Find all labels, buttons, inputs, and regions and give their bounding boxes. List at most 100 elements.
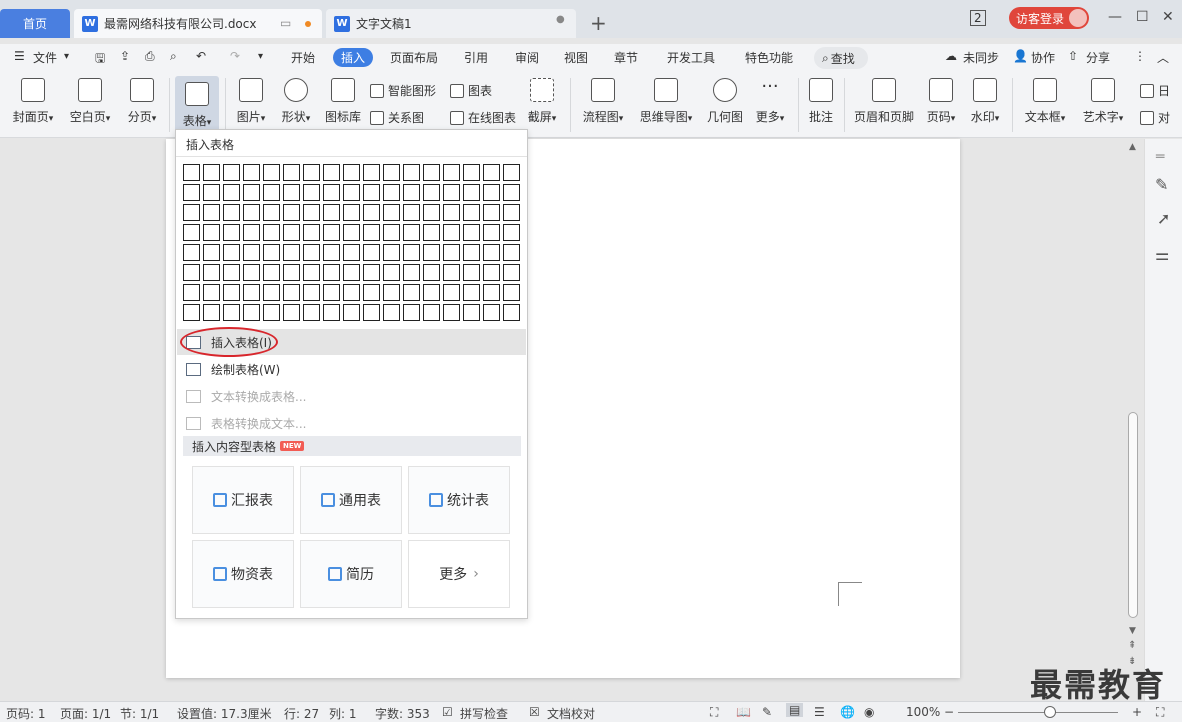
edit-mode-icon[interactable]: ✎ bbox=[762, 705, 772, 719]
table-grid-cell[interactable] bbox=[263, 304, 280, 321]
proofread-button[interactable]: 文档校对 bbox=[547, 705, 595, 722]
fullscreen-icon[interactable]: ⛶ bbox=[710, 705, 718, 720]
table-grid-cell[interactable] bbox=[403, 224, 420, 241]
table-grid-cell[interactable] bbox=[223, 244, 240, 261]
menu-tab-view[interactable]: 视图 bbox=[564, 49, 588, 66]
cursor-icon[interactable]: ➚ bbox=[1157, 209, 1170, 228]
table-grid-cell[interactable] bbox=[303, 184, 320, 201]
zoom-slider[interactable] bbox=[958, 712, 1118, 713]
date-button[interactable]: 日 bbox=[1140, 82, 1170, 99]
file-menu[interactable]: 文件 bbox=[33, 49, 57, 66]
spell-check-button[interactable]: 拼写检查 bbox=[460, 705, 508, 722]
relation-button[interactable]: 关系图 bbox=[370, 109, 424, 126]
table-grid-cell[interactable] bbox=[263, 244, 280, 261]
table-grid-cell[interactable] bbox=[283, 284, 300, 301]
menu-tab-features[interactable]: 特色功能 bbox=[745, 49, 793, 66]
table-grid-cell[interactable] bbox=[323, 224, 340, 241]
read-mode-icon[interactable]: 📖 bbox=[736, 705, 751, 719]
status-words[interactable]: 字数: 353 bbox=[375, 705, 430, 722]
table-grid-cell[interactable] bbox=[183, 184, 200, 201]
resume-card[interactable]: 简历 bbox=[300, 540, 402, 608]
table-grid-cell[interactable] bbox=[423, 204, 440, 221]
geometry-button[interactable]: 几何图 bbox=[705, 78, 745, 125]
table-grid-cell[interactable] bbox=[383, 184, 400, 201]
table-grid-cell[interactable] bbox=[363, 264, 380, 281]
table-size-grid[interactable] bbox=[183, 164, 520, 321]
report-table-card[interactable]: 汇报表 bbox=[192, 466, 294, 534]
table-grid-cell[interactable] bbox=[223, 264, 240, 281]
table-grid-cell[interactable] bbox=[443, 264, 460, 281]
table-grid-cell[interactable] bbox=[243, 244, 260, 261]
table-grid-cell[interactable] bbox=[363, 204, 380, 221]
status-setting[interactable]: 设置值: 17.3厘米 bbox=[177, 705, 272, 722]
table-grid-cell[interactable] bbox=[323, 184, 340, 201]
home-tab[interactable]: 首页 bbox=[0, 9, 70, 38]
page-number-button[interactable]: 页码▾ bbox=[924, 78, 958, 125]
table-grid-cell[interactable] bbox=[463, 284, 480, 301]
chevron-down-icon[interactable]: ▾ bbox=[64, 51, 69, 62]
table-grid-cell[interactable] bbox=[343, 204, 360, 221]
table-grid-cell[interactable] bbox=[283, 304, 300, 321]
print-icon[interactable]: ⎙ bbox=[145, 49, 155, 64]
table-grid-cell[interactable] bbox=[323, 164, 340, 181]
shape-button[interactable]: 形状▾ bbox=[278, 78, 314, 125]
watermark-button[interactable]: 水印▾ bbox=[967, 78, 1003, 125]
table-grid-cell[interactable] bbox=[403, 284, 420, 301]
table-grid-cell[interactable] bbox=[203, 184, 220, 201]
table-grid-cell[interactable] bbox=[303, 284, 320, 301]
table-grid-cell[interactable] bbox=[483, 264, 500, 281]
collab-button[interactable]: 协作 bbox=[1031, 49, 1055, 66]
statistics-table-card[interactable]: 统计表 bbox=[408, 466, 510, 534]
table-grid-cell[interactable] bbox=[403, 264, 420, 281]
table-grid-cell[interactable] bbox=[483, 204, 500, 221]
table-grid-cell[interactable] bbox=[423, 284, 440, 301]
panel-handle-icon[interactable]: ═ bbox=[1156, 149, 1164, 165]
table-grid-cell[interactable] bbox=[363, 184, 380, 201]
table-grid-cell[interactable] bbox=[503, 304, 520, 321]
table-grid-cell[interactable] bbox=[303, 164, 320, 181]
table-grid-cell[interactable] bbox=[303, 204, 320, 221]
header-footer-button[interactable]: 页眉和页脚 bbox=[852, 78, 916, 125]
table-grid-cell[interactable] bbox=[443, 224, 460, 241]
outline-view-icon[interactable]: ☰ bbox=[814, 705, 825, 719]
table-grid-cell[interactable] bbox=[423, 264, 440, 281]
more-options-icon[interactable]: ⋮ bbox=[1134, 49, 1146, 63]
table-grid-cell[interactable] bbox=[223, 204, 240, 221]
table-grid-cell[interactable] bbox=[323, 204, 340, 221]
maximize-icon[interactable]: ☐ bbox=[1136, 9, 1149, 25]
collapse-ribbon-icon[interactable]: ︿ bbox=[1157, 49, 1169, 66]
table-grid-cell[interactable] bbox=[263, 224, 280, 241]
table-grid-cell[interactable] bbox=[423, 164, 440, 181]
table-grid-cell[interactable] bbox=[223, 284, 240, 301]
zoom-level[interactable]: 100% bbox=[906, 705, 940, 719]
table-grid-cell[interactable] bbox=[463, 204, 480, 221]
status-col[interactable]: 列: 1 bbox=[329, 705, 357, 722]
table-grid-cell[interactable] bbox=[283, 204, 300, 221]
table-grid-cell[interactable] bbox=[363, 164, 380, 181]
table-grid-cell[interactable] bbox=[483, 184, 500, 201]
table-grid-cell[interactable] bbox=[483, 284, 500, 301]
table-grid-cell[interactable] bbox=[503, 204, 520, 221]
menu-tab-review[interactable]: 审阅 bbox=[515, 49, 539, 66]
redo-icon[interactable]: ↷ bbox=[230, 49, 240, 63]
search-button[interactable]: ⌕ 查找 bbox=[814, 47, 868, 69]
screenshot-button[interactable]: 截屏▾ bbox=[524, 78, 560, 125]
table-grid-cell[interactable] bbox=[463, 224, 480, 241]
materials-table-card[interactable]: 物资表 bbox=[192, 540, 294, 608]
table-grid-cell[interactable] bbox=[243, 224, 260, 241]
menu-tab-reference[interactable]: 引用 bbox=[464, 49, 488, 66]
table-grid-cell[interactable] bbox=[403, 204, 420, 221]
share-button[interactable]: 分享 bbox=[1086, 49, 1110, 66]
page-count-badge[interactable]: 2 bbox=[970, 10, 986, 26]
table-grid-cell[interactable] bbox=[363, 304, 380, 321]
table-grid-cell[interactable] bbox=[443, 164, 460, 181]
preview-icon[interactable]: ⌕ bbox=[170, 49, 177, 64]
flowchart-button[interactable]: 流程图▾ bbox=[580, 78, 626, 125]
comment-button[interactable]: 批注 bbox=[806, 78, 836, 125]
table-grid-cell[interactable] bbox=[483, 164, 500, 181]
more-tables-card[interactable]: 更多 › bbox=[408, 540, 510, 608]
table-grid-cell[interactable] bbox=[303, 244, 320, 261]
close-icon[interactable]: ✕ bbox=[1162, 9, 1174, 25]
table-grid-cell[interactable] bbox=[483, 224, 500, 241]
chart-button[interactable]: 图表 bbox=[450, 82, 492, 99]
